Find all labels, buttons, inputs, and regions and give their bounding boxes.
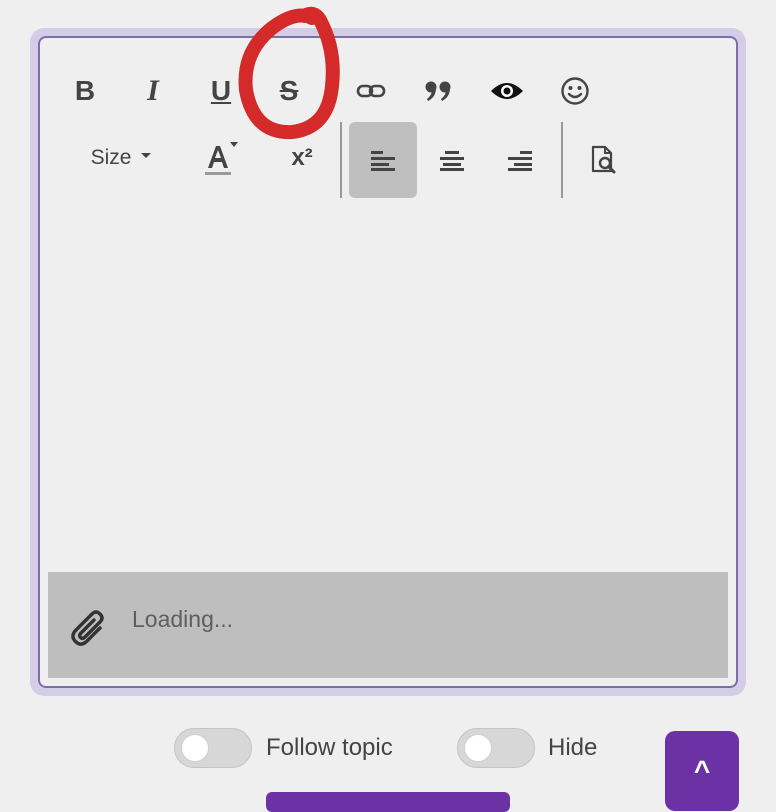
underline-button[interactable]: U (196, 66, 246, 116)
hide-label: Hide (548, 734, 598, 761)
link-button[interactable] (346, 66, 396, 116)
chevron-down-icon (141, 152, 152, 158)
italic-button[interactable]: I (128, 66, 178, 116)
align-right-button[interactable] (486, 122, 554, 198)
follow-topic-label: Follow topic (266, 734, 393, 761)
find-button[interactable] (572, 128, 636, 192)
font-size-label: Size (90, 146, 132, 169)
submit-button[interactable] (266, 792, 510, 812)
attachments-bar[interactable]: Loading... (48, 572, 728, 678)
strikethrough-icon: S (279, 75, 299, 106)
bold-button[interactable]: B (60, 66, 110, 116)
align-center-button[interactable] (418, 122, 486, 198)
scroll-to-top-button[interactable]: ^ (665, 731, 739, 811)
emoji-button[interactable] (550, 66, 600, 116)
attachments-status: Loading... (132, 606, 234, 632)
link-icon (356, 84, 386, 98)
quote-icon (425, 81, 451, 101)
align-left-icon (371, 151, 395, 171)
font-size-dropdown[interactable]: Size (76, 136, 166, 180)
toolbar-separator (340, 122, 342, 198)
editor-text-area[interactable] (48, 206, 728, 572)
hide-toggle[interactable] (457, 728, 535, 768)
align-right-icon (508, 151, 532, 171)
paperclip-icon (71, 610, 104, 646)
eye-icon (491, 83, 523, 99)
follow-topic-toggle[interactable] (174, 728, 252, 768)
align-center-icon (440, 151, 464, 171)
document-search-icon (591, 145, 616, 174)
text-color-button[interactable] (190, 130, 250, 186)
superscript-icon: x² (291, 144, 313, 171)
text-color-icon (205, 142, 238, 175)
editor-frame: B I U S Size x² Loading... (30, 28, 746, 696)
quote-button[interactable] (414, 66, 464, 116)
strikethrough-button[interactable]: S (264, 66, 314, 116)
align-left-button[interactable] (349, 122, 417, 198)
preview-button[interactable] (482, 66, 532, 116)
italic-icon: I (147, 74, 159, 107)
underline-icon: U (210, 75, 232, 106)
superscript-button[interactable]: x² (272, 136, 332, 180)
caret-up-icon: ^ (693, 755, 711, 786)
toggle-knob (464, 734, 492, 762)
smiley-icon (561, 77, 589, 105)
toolbar-separator (561, 122, 563, 198)
bold-icon: B (74, 75, 96, 106)
editor: B I U S Size x² Loading... (38, 36, 738, 688)
toggle-knob (181, 734, 209, 762)
